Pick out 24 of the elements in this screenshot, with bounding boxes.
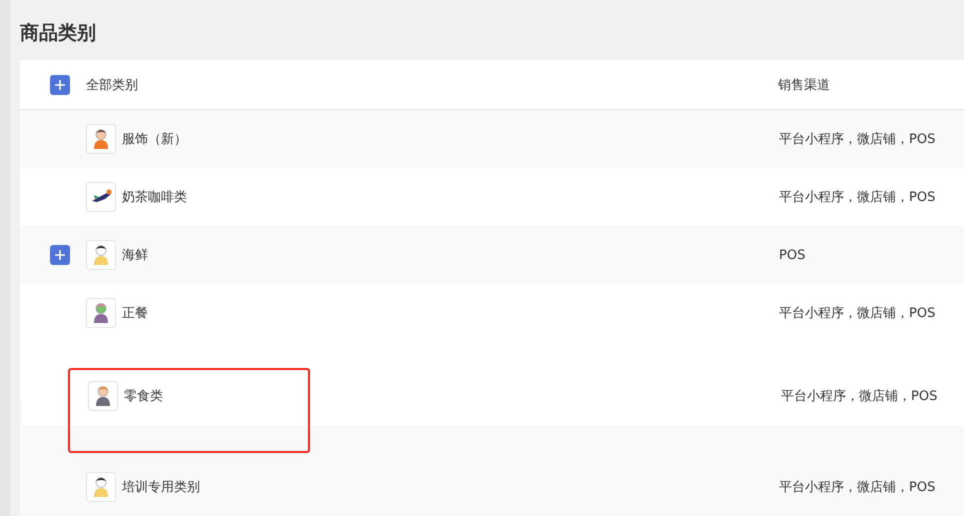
channel-cell-text: 平台小程序，微店铺，POS (779, 479, 936, 496)
column-header: 销售渠道 (778, 76, 830, 94)
channel-cell: POS (779, 248, 806, 262)
channel-cell-text: 平台小程序，微店铺，POS (779, 189, 936, 206)
plus-icon (54, 249, 66, 261)
plus-icon (54, 78, 66, 90)
category-name: 服饰（新） (122, 131, 188, 148)
category-name: 奶茶咖啡类 (122, 189, 188, 206)
expand-button[interactable] (50, 245, 70, 265)
category-name: 海鲜 (122, 247, 149, 264)
channel-cell-text: 平台小程序，微店铺，POS (779, 131, 936, 148)
channel-cell-text: 平台小程序，微店铺，POS (779, 305, 936, 322)
column-header: 全部类别 (86, 76, 139, 94)
figure-icon (93, 129, 109, 149)
category-name: 零食类 (124, 388, 164, 404)
page-title: 商品类别 (20, 21, 97, 46)
figure-icon (95, 386, 111, 406)
channel-cell-text: 平台小程序，微店铺，POS (781, 388, 938, 404)
category-name: 培训专用类别 (122, 479, 201, 496)
figure-icon (93, 477, 109, 497)
category-name: 正餐 (122, 305, 149, 322)
figure-icon (93, 303, 109, 323)
figure-icon (93, 245, 109, 265)
expand-button[interactable] (50, 74, 70, 94)
